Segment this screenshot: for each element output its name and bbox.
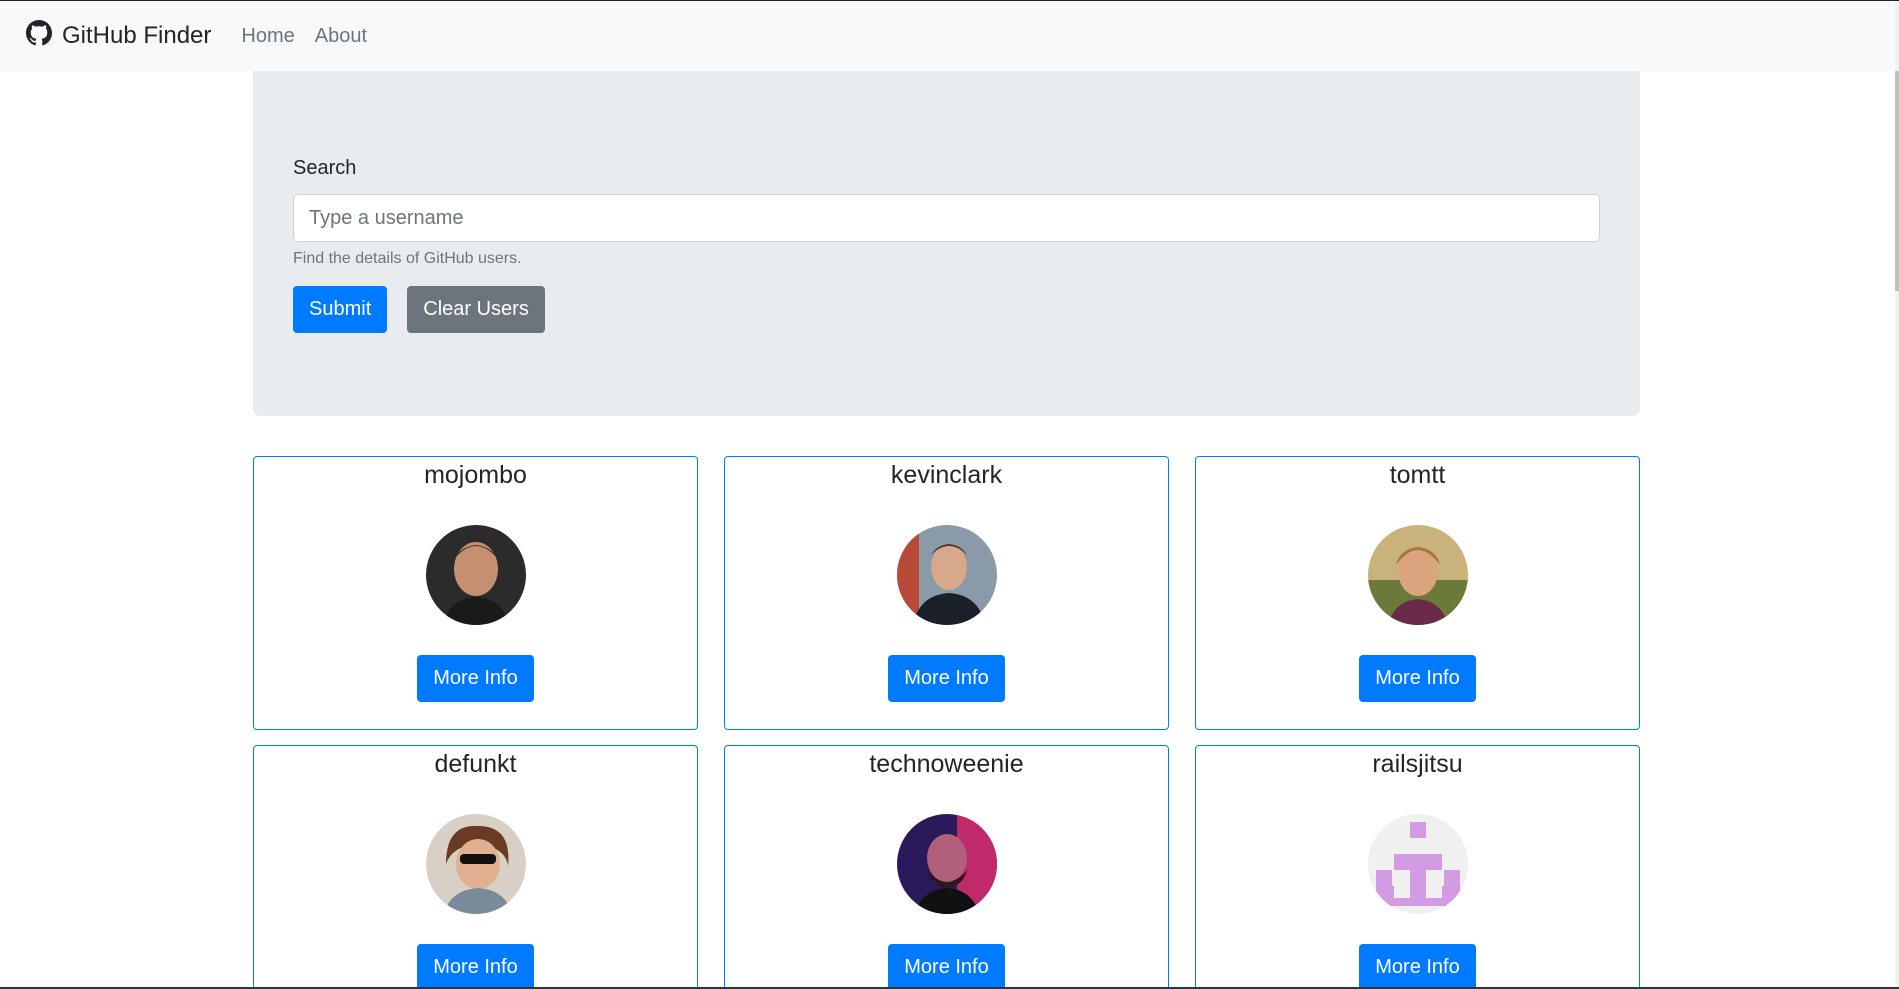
search-buttons: Submit Clear Users (293, 286, 1600, 333)
more-info-button[interactable]: More Info (417, 944, 534, 989)
user-card: mojombo More Info (253, 456, 698, 730)
user-avatar (1367, 525, 1468, 625)
user-card: technoweenie More Info (724, 745, 1169, 989)
user-login: tomtt (1389, 461, 1446, 489)
search-input[interactable] (293, 194, 1600, 242)
search-label: Search (293, 157, 357, 179)
user-avatar (896, 814, 997, 914)
search-panel: Search Find the details of GitHub users.… (253, 71, 1640, 416)
scrollbar-track[interactable] (1895, 1, 1899, 989)
scrollbar-thumb[interactable] (1895, 71, 1899, 291)
user-login: kevinclark (890, 461, 1003, 489)
user-avatar (1367, 814, 1468, 914)
user-card: tomtt More Info (1195, 456, 1640, 730)
user-cards: mojombo More Info kevinclark More Info t… (253, 456, 1640, 989)
navbar: GitHub Finder Home About (0, 1, 1899, 71)
more-info-button[interactable]: More Info (888, 655, 1005, 702)
more-info-button[interactable]: More Info (888, 944, 1005, 989)
user-login: mojombo (424, 461, 527, 489)
nav-link-about[interactable]: About (315, 25, 367, 48)
page: GitHub Finder Home About Search Find the… (0, 0, 1899, 989)
brand-title: GitHub Finder (62, 22, 212, 49)
submit-button[interactable]: Submit (293, 286, 388, 333)
user-login: defunkt (434, 750, 517, 778)
github-icon (26, 19, 62, 53)
user-card: defunkt More Info (253, 745, 698, 989)
more-info-button[interactable]: More Info (1359, 944, 1476, 989)
brand[interactable]: GitHub Finder (26, 19, 212, 53)
user-avatar (425, 525, 526, 625)
more-info-button[interactable]: More Info (1359, 655, 1476, 702)
user-login: railsjitsu (1372, 750, 1463, 778)
user-login: technoweenie (869, 750, 1024, 778)
more-info-button[interactable]: More Info (417, 655, 534, 702)
clear-users-button[interactable]: Clear Users (407, 286, 545, 333)
user-card: kevinclark More Info (724, 456, 1169, 730)
search-help-text: Find the details of GitHub users. (293, 250, 522, 267)
user-avatar (896, 525, 997, 625)
user-card: railsjitsu More Info (1195, 745, 1640, 989)
user-avatar (425, 814, 526, 914)
nav-link-home[interactable]: Home (241, 25, 294, 48)
